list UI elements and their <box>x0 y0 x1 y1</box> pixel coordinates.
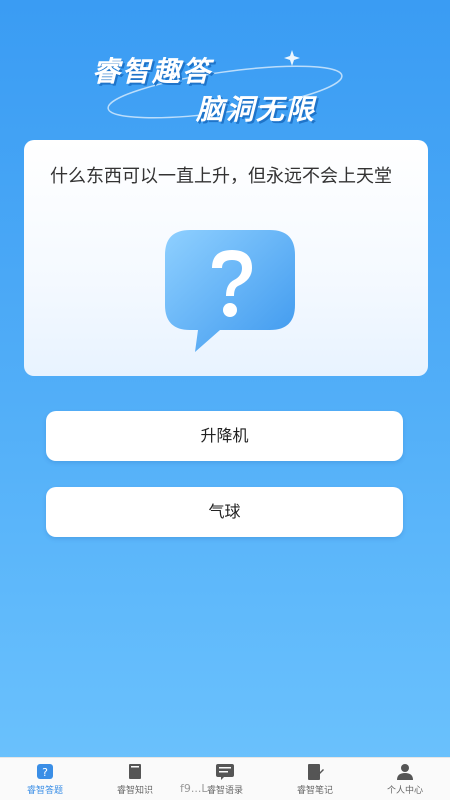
hero-title-line1: 睿智趣答 <box>92 55 213 88</box>
tab-smart-notes[interactable]: 睿智笔记 <box>270 758 360 800</box>
sparkle-icon <box>284 50 300 66</box>
answer-option-1[interactable]: 升降机 <box>46 411 403 461</box>
hero-title-line2: 脑洞无限 <box>196 93 317 126</box>
tab-smart-knowledge[interactable]: 睿智知识 <box>90 758 180 800</box>
watermark-text: f9...L <box>180 782 208 795</box>
tab-label: 睿智答题 <box>26 786 63 796</box>
tab-smart-answer[interactable]: ? 睿智答题 <box>0 758 90 800</box>
tab-label: 睿智语录 <box>206 786 243 796</box>
hero-banner: 睿智趣答 脑洞无限 <box>0 0 450 140</box>
question-bubble-icon <box>165 230 295 352</box>
bottom-tab-bar: ? 睿智答题 睿智知识 睿智语录 睿智笔记 个人中心 <box>0 757 450 800</box>
person-icon <box>397 764 413 780</box>
question-text: 什么东西可以一直上升，但永远不会上天堂 <box>50 166 392 187</box>
chat-icon <box>216 764 234 780</box>
question-card: 什么东西可以一直上升，但永远不会上天堂 <box>24 140 428 376</box>
book-icon <box>129 764 141 779</box>
svg-text:?: ? <box>42 766 48 779</box>
answer-option-2[interactable]: 气球 <box>46 487 403 537</box>
tab-label: 睿智知识 <box>116 786 153 796</box>
tab-label: 睿智笔记 <box>296 786 333 796</box>
question-icon: ? <box>37 764 53 779</box>
tab-label: 个人中心 <box>386 786 423 796</box>
tab-personal-center[interactable]: 个人中心 <box>360 758 450 800</box>
note-icon <box>308 764 324 780</box>
